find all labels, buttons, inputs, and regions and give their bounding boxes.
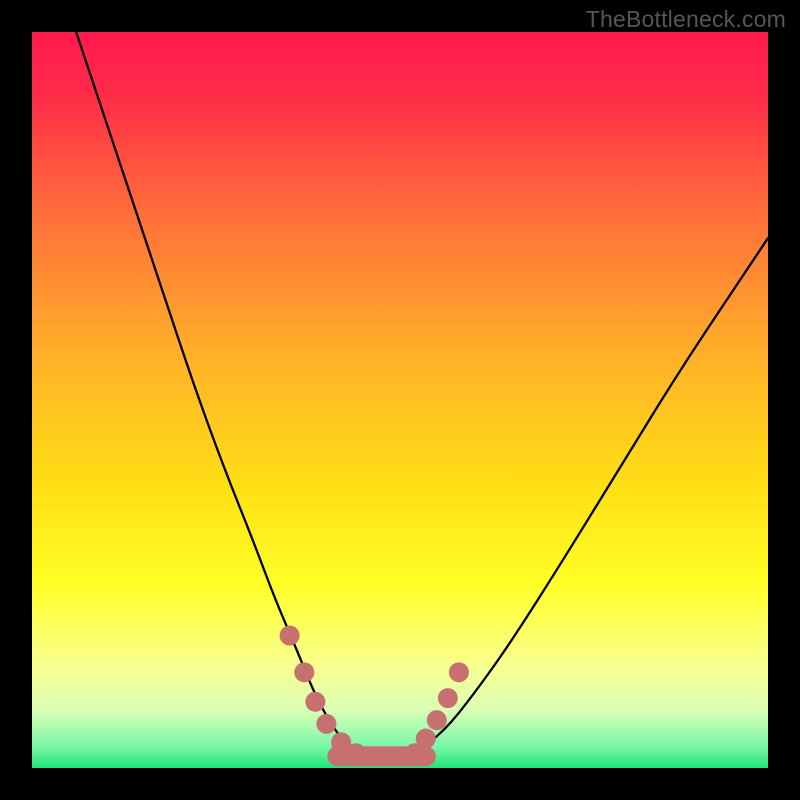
- curve-marker: [305, 692, 325, 712]
- curve-marker: [427, 710, 447, 730]
- curve-marker: [294, 662, 314, 682]
- curve-marker: [280, 626, 300, 646]
- curve-marker: [416, 729, 436, 749]
- plot-background: [32, 32, 768, 768]
- chart-stage: TheBottleneck.com: [0, 0, 800, 800]
- bottleneck-chart: [0, 0, 800, 800]
- curve-marker: [316, 714, 336, 734]
- curve-marker: [449, 662, 469, 682]
- curve-marker: [346, 743, 366, 763]
- curve-marker: [438, 688, 458, 708]
- attribution-label: TheBottleneck.com: [586, 6, 786, 33]
